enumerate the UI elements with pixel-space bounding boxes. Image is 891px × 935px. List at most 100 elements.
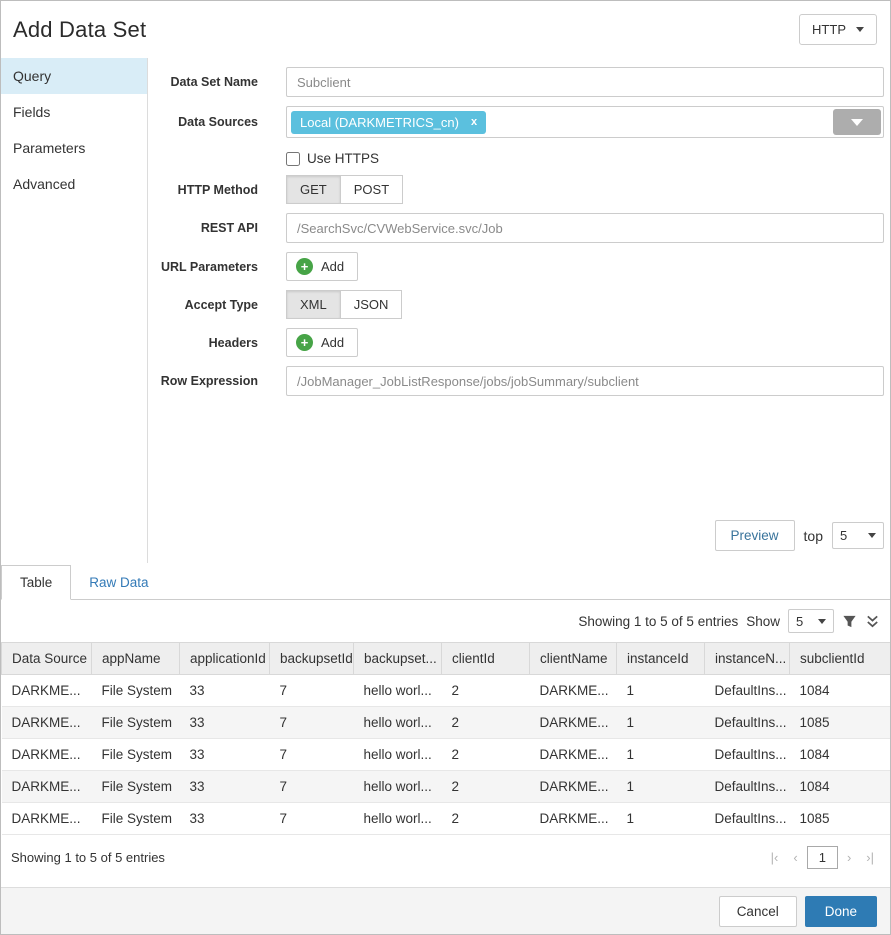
- table-cell: DefaultIns...: [705, 675, 790, 707]
- table-cell: File System: [92, 803, 180, 835]
- spacer: [1, 880, 890, 887]
- form-row-data-sources: Data Sources Local (DARKMETRICS_cn) x: [148, 106, 884, 138]
- top-count-value: 5: [840, 528, 847, 543]
- top-count-select[interactable]: 5: [832, 522, 884, 549]
- expand-columns-icon[interactable]: [865, 614, 880, 629]
- headers-add-button[interactable]: + Add: [286, 328, 358, 357]
- table-cell: 2: [442, 771, 530, 803]
- column-header[interactable]: instanceId: [617, 643, 705, 675]
- sidebar: Query Fields Parameters Advanced: [1, 58, 148, 563]
- table-cell: DARKME...: [2, 675, 92, 707]
- table-cell: File System: [92, 675, 180, 707]
- form-row-accept-type: Accept Type XML JSON: [148, 290, 884, 319]
- table-row: DARKME... File System 33 7 hello worl...…: [2, 771, 891, 803]
- table-cell: 1: [617, 803, 705, 835]
- form-row-url-parameters: URL Parameters + Add: [148, 252, 884, 281]
- table-cell: 2: [442, 739, 530, 771]
- table-cell: 7: [270, 675, 354, 707]
- table-controls: Showing 1 to 5 of 5 entries Show 5: [1, 600, 890, 642]
- table-cell: 7: [270, 739, 354, 771]
- data-sources-label: Data Sources: [148, 115, 286, 129]
- column-header[interactable]: backupsetId: [270, 643, 354, 675]
- table-cell: 33: [180, 675, 270, 707]
- table-cell: DARKME...: [530, 803, 617, 835]
- prev-page-button[interactable]: ‹: [787, 846, 803, 869]
- column-header[interactable]: clientName: [530, 643, 617, 675]
- sidebar-item-fields[interactable]: Fields: [1, 94, 147, 130]
- pagination: |‹ ‹ 1 › ›|: [765, 846, 880, 869]
- row-expression-input[interactable]: [286, 366, 884, 396]
- tab-table[interactable]: Table: [1, 565, 71, 600]
- table-cell: 1: [617, 707, 705, 739]
- table-cell: 1: [617, 739, 705, 771]
- table-row: DARKME... File System 33 7 hello worl...…: [2, 803, 891, 835]
- table-cell: 1: [617, 771, 705, 803]
- table-row: DARKME... File System 33 7 hello worl...…: [2, 739, 891, 771]
- entries-summary-top: Showing 1 to 5 of 5 entries: [578, 614, 738, 629]
- data-sources-multiselect[interactable]: Local (DARKMETRICS_cn) x: [286, 106, 884, 138]
- table-cell: DARKME...: [2, 771, 92, 803]
- url-parameters-add-button[interactable]: + Add: [286, 252, 358, 281]
- last-page-button[interactable]: ›|: [860, 846, 880, 869]
- table-cell: 2: [442, 675, 530, 707]
- tab-raw-data[interactable]: Raw Data: [71, 566, 166, 599]
- preview-table: Data Source appName applicationId backup…: [1, 642, 891, 835]
- data-sources-dropdown-button[interactable]: [833, 109, 881, 135]
- sidebar-item-parameters[interactable]: Parameters: [1, 130, 147, 166]
- data-set-name-input[interactable]: [286, 67, 884, 97]
- rest-api-input[interactable]: [286, 213, 884, 243]
- column-header[interactable]: applicationId: [180, 643, 270, 675]
- chevron-down-icon: [818, 619, 826, 624]
- first-page-button[interactable]: |‹: [765, 846, 785, 869]
- preview-button[interactable]: Preview: [715, 520, 795, 551]
- form-row-data-set-name: Data Set Name: [148, 67, 884, 97]
- row-expression-label: Row Expression: [148, 374, 286, 388]
- preview-tabbar: Table Raw Data: [1, 563, 890, 600]
- remove-tag-icon[interactable]: x: [471, 116, 477, 128]
- top-label: top: [804, 528, 823, 544]
- accept-type-json-button[interactable]: JSON: [341, 290, 403, 319]
- column-header[interactable]: appName: [92, 643, 180, 675]
- data-source-tag: Local (DARKMETRICS_cn) x: [291, 111, 486, 134]
- sidebar-item-query[interactable]: Query: [1, 58, 147, 94]
- table-row: DARKME... File System 33 7 hello worl...…: [2, 707, 891, 739]
- http-method-post-button[interactable]: POST: [341, 175, 403, 204]
- cancel-button[interactable]: Cancel: [719, 896, 797, 927]
- table-cell: 33: [180, 707, 270, 739]
- table-cell: 7: [270, 803, 354, 835]
- table-cell: DARKME...: [2, 739, 92, 771]
- table-cell: 33: [180, 739, 270, 771]
- table-cell: DefaultIns...: [705, 707, 790, 739]
- table-cell: 7: [270, 707, 354, 739]
- table-cell: hello worl...: [354, 739, 442, 771]
- column-header[interactable]: backupset...: [354, 643, 442, 675]
- use-https-checkbox[interactable]: [286, 152, 300, 166]
- table-cell: 1: [617, 675, 705, 707]
- table-cell: DARKME...: [530, 675, 617, 707]
- page-title: Add Data Set: [13, 17, 146, 43]
- done-button[interactable]: Done: [805, 896, 877, 927]
- column-header[interactable]: clientId: [442, 643, 530, 675]
- accept-type-xml-button[interactable]: XML: [286, 290, 341, 319]
- filter-icon[interactable]: [842, 614, 857, 629]
- form-row-row-expression: Row Expression: [148, 366, 884, 396]
- page-size-value: 5: [796, 614, 803, 629]
- column-header[interactable]: instanceN...: [705, 643, 790, 675]
- next-page-button[interactable]: ›: [841, 846, 857, 869]
- query-form: Data Set Name Data Sources Local (DARKME…: [148, 58, 890, 563]
- preview-controls: Preview top 5: [715, 520, 884, 551]
- table-cell: hello worl...: [354, 803, 442, 835]
- table-cell: DARKME...: [2, 803, 92, 835]
- data-set-type-dropdown[interactable]: HTTP: [799, 14, 877, 45]
- page-size-select[interactable]: 5: [788, 609, 834, 633]
- headers-label: Headers: [148, 336, 286, 350]
- column-header[interactable]: subclientId: [790, 643, 891, 675]
- sidebar-item-advanced[interactable]: Advanced: [1, 166, 147, 202]
- http-method-get-button[interactable]: GET: [286, 175, 341, 204]
- add-data-set-dialog: Add Data Set HTTP Query Fields Parameter…: [0, 0, 891, 935]
- table-cell: File System: [92, 771, 180, 803]
- show-label: Show: [746, 614, 780, 629]
- entries-summary-bottom: Showing 1 to 5 of 5 entries: [11, 850, 165, 865]
- column-header[interactable]: Data Source: [2, 643, 92, 675]
- current-page-input[interactable]: 1: [807, 846, 838, 869]
